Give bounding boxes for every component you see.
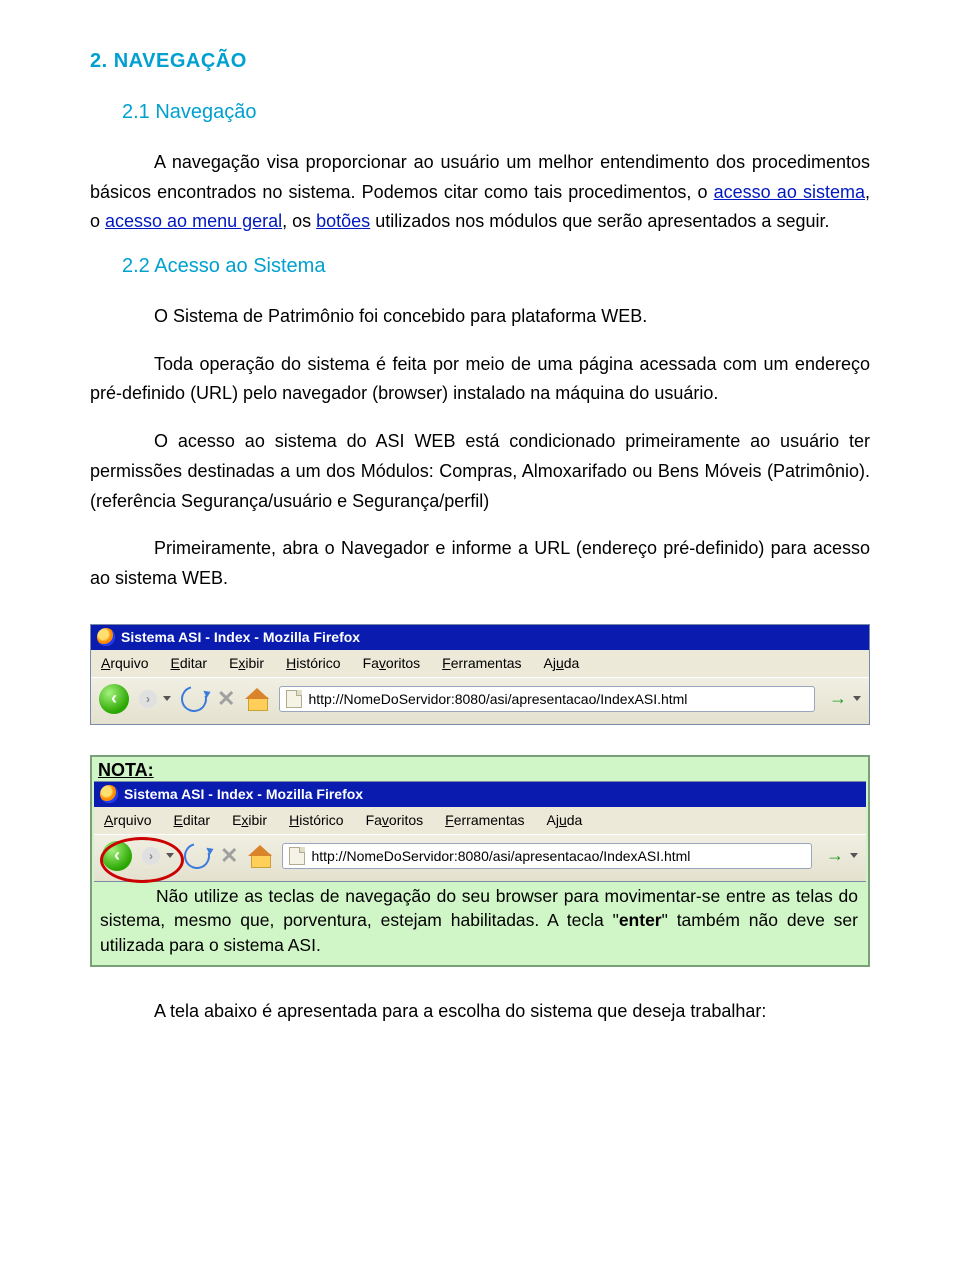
go-arrow-icon[interactable]: → — [826, 845, 844, 866]
go-dropdown-icon[interactable] — [853, 696, 861, 701]
menu-ajuda[interactable]: Ajuda — [547, 812, 583, 828]
url-bar-2[interactable]: http://NomeDoServidor:8080/asi/apresenta… — [282, 843, 812, 869]
nota-text: Não utilize as teclas de navegação do se… — [94, 882, 866, 958]
page-icon — [286, 690, 302, 708]
paragraph-2-1: A navegação visa proporcionar ao usuário… — [90, 148, 870, 237]
menu-arquivo[interactable]: Arquivo — [104, 812, 151, 828]
menu-exibir[interactable]: Exibir — [232, 812, 267, 828]
menu-arquivo[interactable]: Arquivo — [101, 655, 148, 671]
home-icon[interactable] — [245, 688, 269, 710]
browser-title: Sistema ASI - Index - Mozilla Firefox — [121, 629, 360, 645]
menu-historico[interactable]: Histórico — [289, 812, 343, 828]
menu-editar[interactable]: Editar — [173, 812, 210, 828]
p21-text-post: utilizados nos módulos que serão apresen… — [370, 211, 829, 231]
history-dropdown-icon[interactable] — [163, 696, 171, 701]
browser-titlebar: Sistema ASI - Index - Mozilla Firefox — [91, 625, 869, 650]
link-acesso-menu[interactable]: acesso ao menu geral — [105, 211, 282, 231]
menu-favoritos[interactable]: Favoritos — [366, 812, 424, 828]
forward-button[interactable]: › — [139, 690, 157, 708]
history-dropdown-icon[interactable] — [166, 853, 174, 858]
reload-icon[interactable] — [176, 681, 212, 717]
home-icon[interactable] — [248, 845, 272, 867]
paragraph-after-nota: A tela abaixo é apresentada para a escol… — [90, 997, 870, 1027]
menu-historico[interactable]: Histórico — [286, 655, 340, 671]
subsection-2-1: 2.1 Navegação — [122, 101, 870, 124]
url-bar[interactable]: http://NomeDoServidor:8080/asi/apresenta… — [279, 686, 815, 712]
back-button[interactable]: ‹ — [102, 841, 132, 871]
stop-icon[interactable]: ✕ — [220, 843, 238, 869]
page-icon — [289, 847, 305, 865]
link-botoes[interactable]: botões — [316, 211, 370, 231]
firefox-icon — [97, 628, 115, 646]
url-text-2: http://NomeDoServidor:8080/asi/apresenta… — [311, 848, 690, 864]
paragraph-2-2a: O Sistema de Patrimônio foi concebido pa… — [90, 302, 870, 332]
browser-titlebar-2: Sistema ASI - Index - Mozilla Firefox — [94, 782, 866, 807]
go-arrow-icon[interactable]: → — [829, 688, 847, 709]
browser-menu-bar-2: Arquivo Editar Exibir Histórico Favorito… — [94, 807, 866, 834]
paragraph-2-2c: O acesso ao sistema do ASI WEB está cond… — [90, 427, 870, 516]
paragraph-2-2b: Toda operação do sistema é feita por mei… — [90, 350, 870, 409]
nota-box: NOTA: Sistema ASI - Index - Mozilla Fire… — [90, 755, 870, 968]
browser-screenshot-2: Sistema ASI - Index - Mozilla Firefox Ar… — [94, 781, 866, 882]
menu-exibir[interactable]: Exibir — [229, 655, 264, 671]
nota-label: NOTA: — [94, 758, 866, 781]
browser-toolbar: ‹ › ✕ http://NomeDoServidor:8080/asi/apr… — [91, 677, 869, 724]
menu-favoritos[interactable]: Favoritos — [363, 655, 421, 671]
back-button[interactable]: ‹ — [99, 684, 129, 714]
link-acesso-sistema[interactable]: acesso ao sistema — [714, 182, 865, 202]
forward-button[interactable]: › — [142, 847, 160, 865]
url-text: http://NomeDoServidor:8080/asi/apresenta… — [308, 691, 687, 707]
firefox-icon — [100, 785, 118, 803]
section-heading: 2. NAVEGAÇÃO — [90, 50, 870, 73]
browser-menu-bar: Arquivo Editar Exibir Histórico Favorito… — [91, 650, 869, 677]
stop-icon[interactable]: ✕ — [217, 686, 235, 712]
reload-icon[interactable] — [179, 838, 215, 874]
menu-editar[interactable]: Editar — [170, 655, 207, 671]
p21-text-mid2: , os — [282, 211, 316, 231]
menu-ferramentas[interactable]: Ferramentas — [445, 812, 524, 828]
paragraph-2-2d: Primeiramente, abra o Navegador e inform… — [90, 534, 870, 593]
subsection-2-2: 2.2 Acesso ao Sistema — [122, 255, 870, 278]
browser-toolbar-2: ‹ › ✕ http://NomeDoServidor:8080/asi/apr… — [94, 834, 866, 881]
nota-bold-enter: enter — [619, 910, 662, 930]
browser-screenshot-1: Sistema ASI - Index - Mozilla Firefox Ar… — [90, 624, 870, 725]
menu-ajuda[interactable]: Ajuda — [544, 655, 580, 671]
browser-title-2: Sistema ASI - Index - Mozilla Firefox — [124, 786, 363, 802]
menu-ferramentas[interactable]: Ferramentas — [442, 655, 521, 671]
go-dropdown-icon[interactable] — [850, 853, 858, 858]
